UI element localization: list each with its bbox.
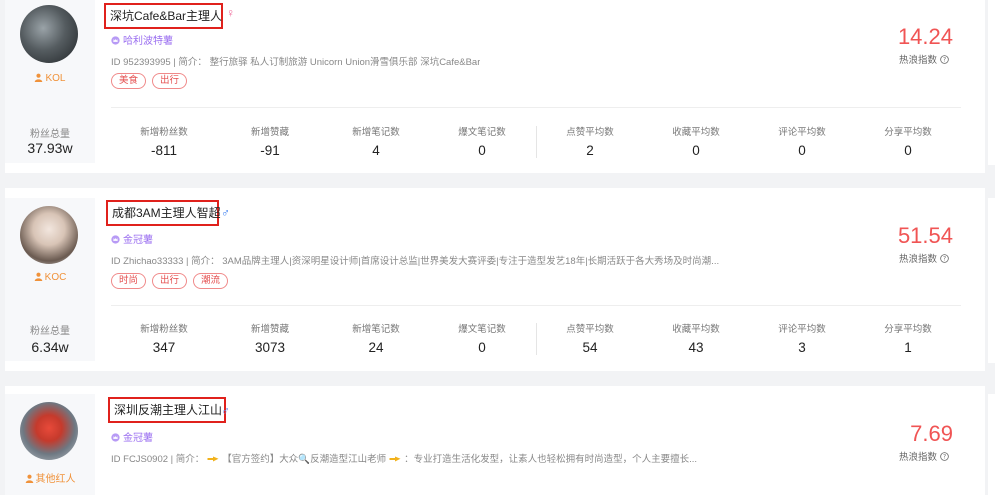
female-icon: ♀ [226, 6, 235, 20]
level-badge: 哈利波特薯 [111, 32, 173, 47]
tag[interactable]: 潮流 [193, 273, 229, 289]
stat-viral-notes: 爆文笔记数 0 [458, 324, 506, 355]
person-icon [34, 272, 42, 281]
tag[interactable]: 出行 [152, 73, 188, 89]
bio-text: ID FCJS0902 | 简介： 【官方签约】大众🔍反潮造型江山老师 ：专业打造生… [111, 454, 698, 465]
stat-avg-shares: 分享平均数 1 [884, 324, 932, 355]
stats-row: 新增粉丝数 -811 新增赞藏 -91 新增笔记数 4 爆文笔记数 0 点赞平均数 2 收… [111, 124, 963, 164]
stat-new-notes: 新增笔记数 4 [352, 127, 400, 158]
stat-viral-notes: 爆文笔记数 0 [458, 127, 506, 158]
bio-text: ID Zhichao33333 | 简介： 3AM品牌主理人|资深明星设计师|首… [111, 256, 720, 267]
pointing-hand-icon [207, 456, 219, 462]
pointing-hand-icon [389, 456, 401, 462]
crown-icon [111, 433, 120, 442]
heat-score: 51.54 [897, 223, 953, 248]
help-icon[interactable]: ? [940, 452, 949, 461]
bio-text: ID 952393995 | 简介： 整行旅驿 私人订制旅游 Unicorn U… [111, 57, 481, 68]
tag-list: 美食 出行 [111, 73, 188, 89]
stat-avg-saves: 收藏平均数 43 [672, 324, 720, 355]
avatar[interactable] [20, 402, 78, 460]
crown-icon [111, 235, 120, 244]
stat-new-likes-saves: 新增赞藏 -91 [250, 127, 289, 158]
male-icon: ♂ [221, 206, 230, 220]
male-icon: ♂ [221, 404, 230, 418]
adjacent-card-edge [988, 198, 995, 363]
fans-total-label: 粉丝总量 [30, 326, 70, 337]
fans-total-label: 粉丝总量 [30, 129, 70, 140]
level-badge: 金冠薯 [111, 231, 153, 246]
role-label: 其他红人 [5, 470, 95, 485]
divider [111, 107, 961, 108]
tag[interactable]: 美食 [111, 73, 147, 89]
fans-total-value: 6.34w [31, 339, 69, 355]
stat-avg-likes: 点赞平均数 54 [566, 324, 614, 355]
stat-avg-comments: 评论平均数 3 [778, 324, 826, 355]
influencer-name-link[interactable]: 深圳反潮主理人江山 [108, 397, 226, 423]
adjacent-card-edge [988, 0, 995, 165]
heat-score: 14.24 [897, 24, 953, 49]
influencer-name-link[interactable]: 成都3AM主理人智超 [106, 200, 221, 226]
adjacent-card-edge [988, 394, 995, 495]
avatar[interactable] [20, 206, 78, 264]
stat-avg-comments: 评论平均数 0 [778, 127, 826, 158]
stat-avg-saves: 收藏平均数 0 [672, 127, 720, 158]
heat-score-label: 热浪指数? [899, 449, 949, 463]
tag[interactable]: 出行 [152, 273, 188, 289]
stat-new-fans: 新增粉丝数 347 [140, 324, 188, 355]
stat-new-likes-saves: 新增赞藏 3073 [250, 324, 289, 355]
person-icon [25, 474, 33, 483]
heat-score-label: 热浪指数? [899, 52, 949, 66]
tag-list: 时尚 出行 潮流 [111, 273, 229, 289]
influencer-name-link[interactable]: 深坑Cafe&Bar主理人 [104, 3, 223, 29]
stats-row: 新增粉丝数 347 新增赞藏 3073 新增笔记数 24 爆文笔记数 0 点赞平均数 54… [111, 321, 963, 361]
stat-avg-likes: 点赞平均数 2 [566, 127, 614, 158]
avatar[interactable] [20, 5, 78, 63]
stat-avg-shares: 分享平均数 0 [884, 127, 932, 158]
heat-score: 7.69 [910, 421, 953, 446]
help-icon[interactable]: ? [940, 55, 949, 64]
svg-text:?: ? [943, 58, 946, 64]
divider [111, 305, 961, 306]
level-badge: 金冠薯 [111, 429, 153, 444]
tag[interactable]: 时尚 [111, 273, 147, 289]
svg-text:?: ? [943, 257, 946, 263]
person-icon [35, 73, 43, 82]
role-label: KOL [5, 73, 95, 84]
heat-score-label: 热浪指数? [899, 251, 949, 265]
fans-total-value: 37.93w [27, 140, 73, 156]
crown-icon [111, 36, 120, 45]
stat-new-fans: 新增粉丝数 -811 [140, 127, 188, 158]
stat-new-notes: 新增笔记数 24 [352, 324, 400, 355]
role-label: KOC [5, 272, 95, 283]
help-icon[interactable]: ? [940, 254, 949, 263]
svg-text:?: ? [943, 455, 946, 461]
